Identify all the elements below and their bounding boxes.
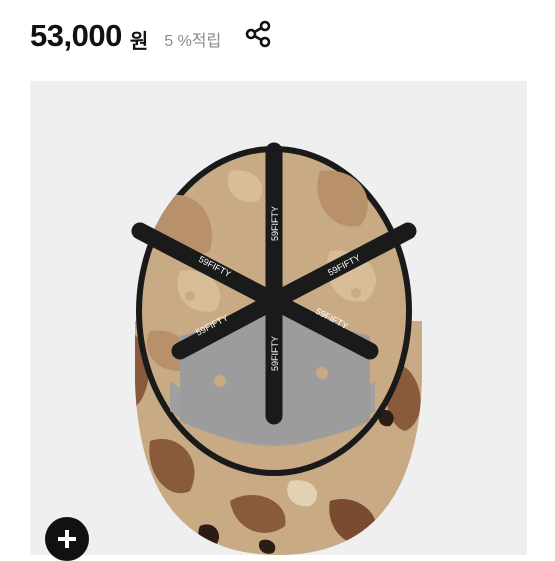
cap-illustration: 59FIFTY 59FIFTY 59FIFTY 59FIFTY 59FIFTY … <box>131 142 422 555</box>
tape-label: 59FIFTY <box>270 336 280 371</box>
share-button[interactable] <box>242 18 274 50</box>
product-image[interactable]: 59FIFTY 59FIFTY 59FIFTY 59FIFTY 59FIFTY … <box>30 81 527 555</box>
reward-rate: 5 %적립 <box>164 33 222 50</box>
plus-icon <box>58 530 76 548</box>
currency-label: 원 <box>129 30 149 53</box>
share-icon <box>245 20 271 48</box>
cap-crown: 59FIFTY 59FIFTY 59FIFTY 59FIFTY 59FIFTY … <box>131 142 417 476</box>
price-row: 53,000 원 5 %적립 <box>30 14 221 58</box>
product-price: 53,000 <box>30 18 122 53</box>
add-button[interactable] <box>45 517 89 561</box>
tape-label: 59FIFTY <box>270 206 280 241</box>
